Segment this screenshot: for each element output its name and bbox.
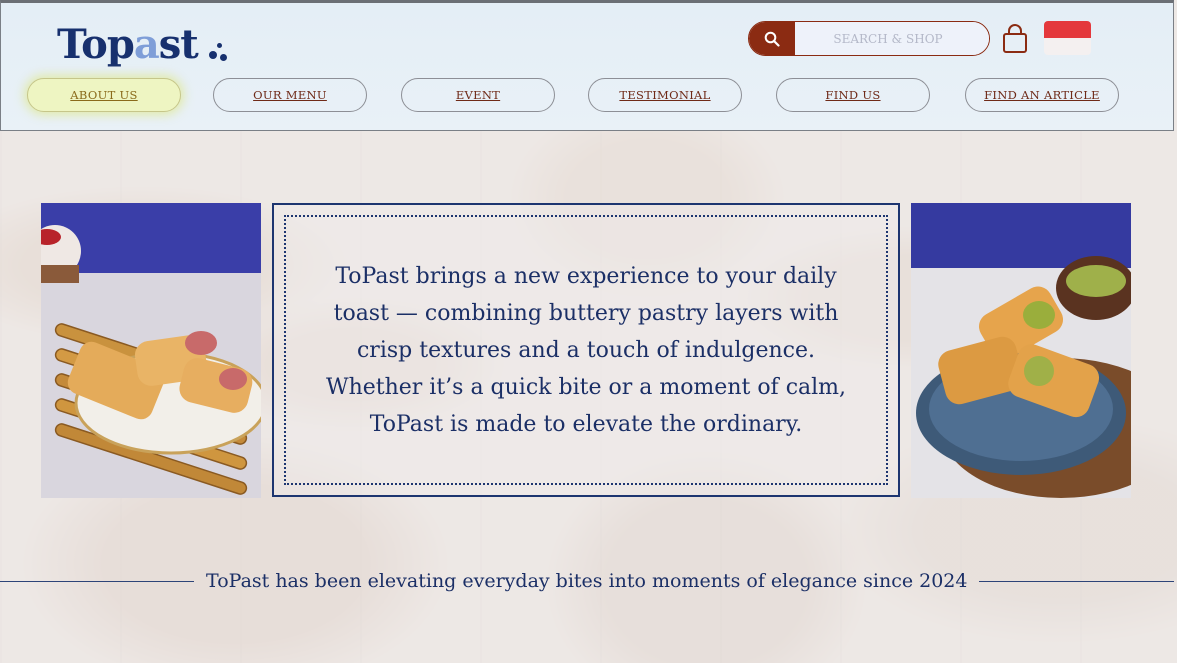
search-icon [764, 31, 780, 47]
nav-our-menu[interactable]: OUR MENU [213, 78, 367, 112]
about-text-frame: ToPast brings a new experience to your d… [272, 203, 900, 497]
pastry-photo-left [41, 203, 261, 498]
search-bar [748, 21, 990, 56]
logo-text-st: st [158, 21, 199, 68]
nav-testimonial[interactable]: TESTIMONIAL [588, 78, 742, 112]
tagline-text: ToPast has been elevating everyday bites… [206, 570, 968, 592]
nav-about-us[interactable]: ABOUT US [27, 78, 181, 112]
about-description: ToPast brings a new experience to your d… [325, 263, 847, 437]
search-button[interactable] [749, 22, 795, 55]
about-text-inner-frame: ToPast brings a new experience to your d… [284, 215, 888, 485]
nav-find-an-article[interactable]: FIND AN ARTICLE [965, 78, 1119, 112]
nav-find-us[interactable]: FIND US [776, 78, 930, 112]
pastry-photo-right [911, 203, 1131, 498]
logo-text-top: Top [57, 21, 135, 68]
search-input[interactable] [795, 22, 989, 55]
tagline-rule-left [0, 580, 194, 582]
logo-dots-mark [205, 43, 229, 65]
logo-text-a: a [133, 21, 160, 68]
topast-logo[interactable]: Top a st [57, 21, 199, 68]
indonesia-flag-icon[interactable] [1044, 21, 1091, 55]
tagline-section: ToPast has been elevating everyday bites… [0, 566, 1174, 596]
nav-event[interactable]: EVENT [401, 78, 555, 112]
tagline-rule-right [979, 580, 1174, 582]
site-header: Topast ABOUT US OUR MENU EVENT TESTIMONI… [0, 0, 1174, 131]
shopping-bag-icon[interactable] [1002, 24, 1028, 54]
